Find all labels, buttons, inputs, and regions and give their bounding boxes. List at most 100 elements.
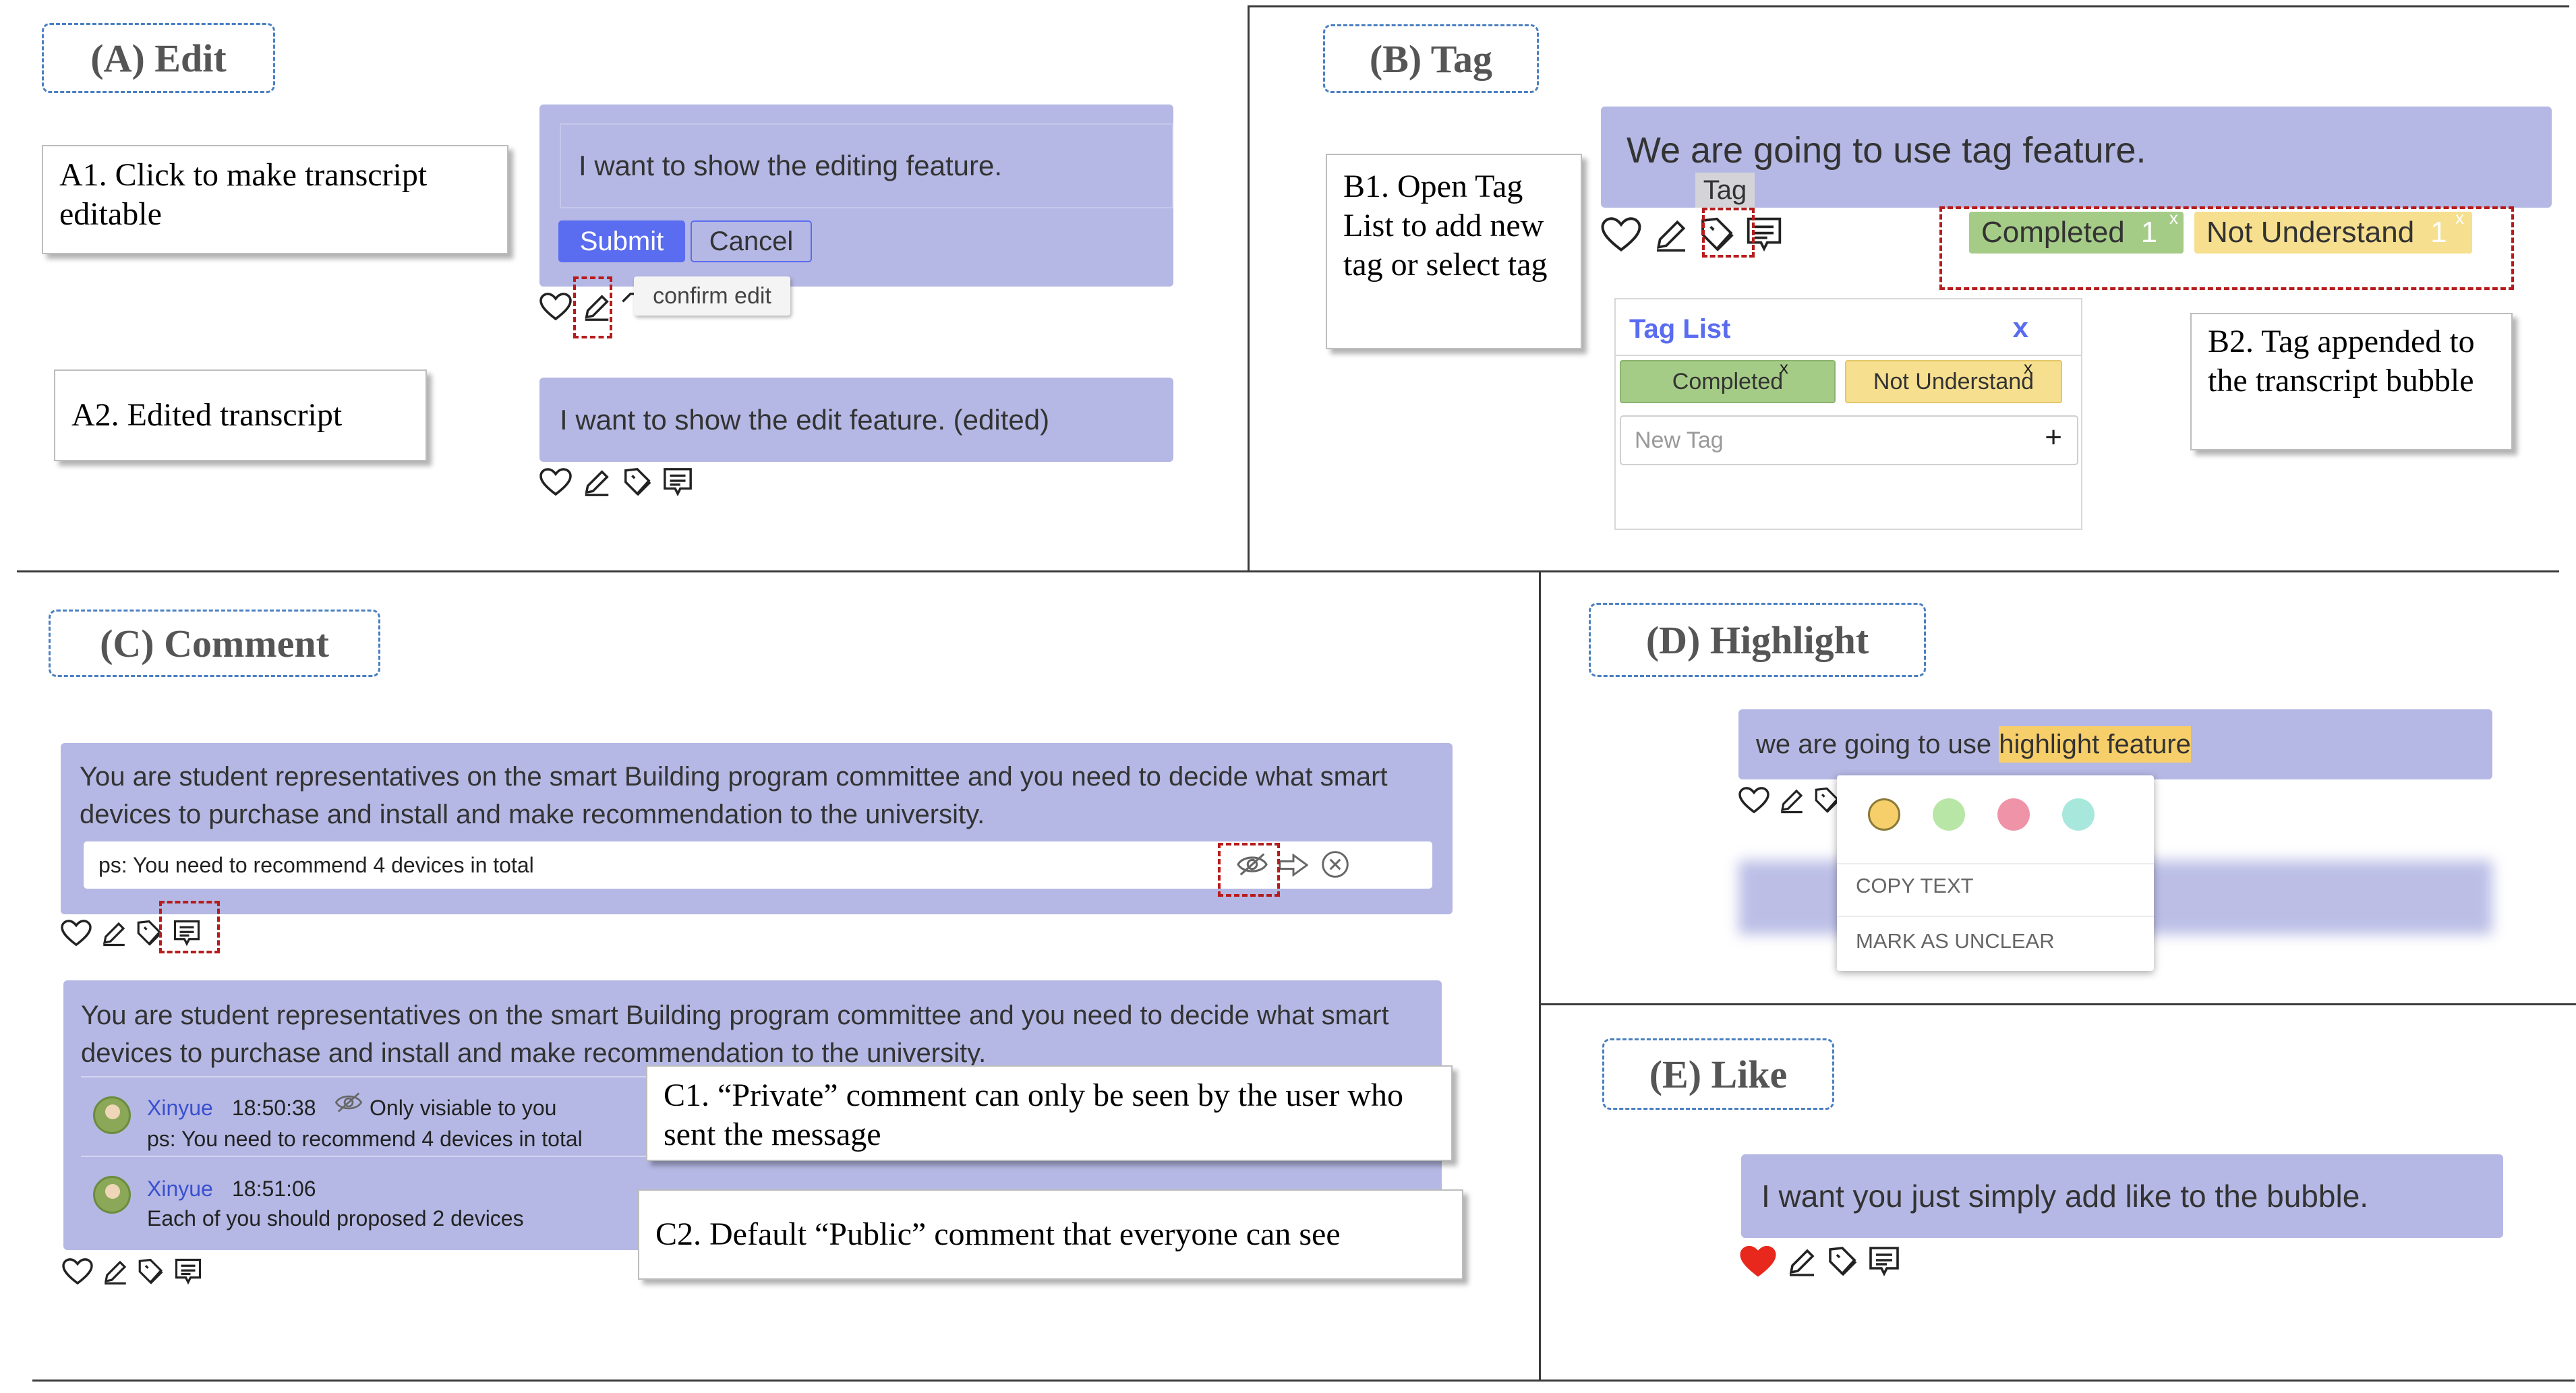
new-tag-input[interactable]: New Tag +: [1620, 415, 2078, 465]
highlight-color-pink[interactable]: [1997, 798, 2030, 831]
section-label-edit: (A) Edit: [42, 23, 275, 93]
edit-bubble: I want to show the editing feature. Subm…: [539, 105, 1173, 287]
edited-text: I want to show the edit feature. (edited…: [560, 403, 1050, 436]
note-a2: A2. Edited transcript: [54, 369, 427, 461]
applied-tag-not-understand[interactable]: Not Understand 1 x: [2194, 208, 2472, 254]
comment-bubble-2-text: You are student representatives on the s…: [81, 1001, 1389, 1068]
note-a1: A1. Click to make transcript editable: [42, 145, 508, 254]
pencil-icon[interactable]: [101, 1257, 129, 1286]
send-arrow-icon[interactable]: [1279, 854, 1308, 877]
heart-icon[interactable]: [61, 919, 92, 947]
applied-tag-label: Completed: [1981, 216, 2125, 249]
menu-divider: [1837, 863, 2154, 864]
tag-tooltip-text: Tag: [1703, 175, 1747, 205]
cancel-circle-icon[interactable]: [1320, 850, 1350, 879]
pencil-icon[interactable]: [1786, 1245, 1818, 1278]
remove-tag-icon[interactable]: x: [1780, 357, 1788, 378]
highlight-plain-text: we are going to use: [1756, 730, 1999, 759]
applied-tag-count: 1: [2430, 216, 2447, 249]
copy-text-menu-item[interactable]: COPY TEXT: [1856, 874, 1974, 898]
comment-icon[interactable]: [1868, 1245, 1900, 1278]
add-tag-icon[interactable]: +: [2045, 421, 2062, 454]
edit-input[interactable]: I want to show the editing feature.: [560, 123, 1173, 208]
highlight-color-green[interactable]: [1933, 798, 1965, 831]
heart-filled-icon[interactable]: [1740, 1245, 1776, 1278]
submit-button[interactable]: Submit: [558, 220, 685, 262]
menu-divider: [1837, 916, 2154, 917]
heart-icon[interactable]: [1738, 786, 1769, 814]
heart-icon[interactable]: [539, 292, 572, 322]
comment-icon[interactable]: [174, 1257, 202, 1286]
heart-icon[interactable]: [62, 1257, 93, 1286]
note-c2: C2. Default “Public” comment that everyo…: [638, 1189, 1463, 1280]
submit-label: Submit: [579, 227, 664, 256]
tag-list-close-icon[interactable]: x: [2013, 312, 2028, 344]
highlight-color-yellow[interactable]: [1868, 798, 1900, 831]
tag-list-divider: [1616, 355, 2081, 356]
applied-tag-label: Not Understand: [2206, 216, 2415, 249]
tag-icon[interactable]: [136, 1257, 165, 1286]
tag-list-item-completed[interactable]: Completed x: [1620, 357, 1836, 403]
tag-list-title: Tag List: [1629, 314, 1731, 344]
like-bubble: I want you just simply add like to the b…: [1741, 1154, 2503, 1238]
cancel-button[interactable]: Cancel: [691, 220, 812, 262]
comment-text: Each of you should proposed 2 devices: [147, 1206, 524, 1231]
tag-bubble-text: We are going to use tag feature.: [1627, 130, 2146, 171]
highlight-color-teal[interactable]: [2062, 798, 2095, 831]
tag-list-item-not-understand[interactable]: Not Understand x: [1845, 357, 2062, 403]
horizontal-divider-middle: [17, 570, 2559, 572]
edited-action-icons: [539, 465, 693, 499]
heart-icon[interactable]: [1601, 216, 1641, 254]
note-c1: C1. “Private” comment can only be seen b…: [646, 1065, 1453, 1161]
remove-tag-icon[interactable]: x: [2455, 208, 2464, 229]
edited-bubble: I want to show the edit feature. (edited…: [539, 378, 1173, 462]
horizontal-divider-right: [1539, 1003, 2576, 1005]
highlight-popup-menu: COPY TEXT MARK AS UNCLEAR: [1837, 775, 2154, 971]
highlight-box-edit-icon: [573, 276, 612, 338]
remove-tag-icon[interactable]: x: [2169, 208, 2178, 229]
note-b2: B2. Tag appended to the transcript bubbl…: [2190, 313, 2513, 450]
comment2-action-icons: [62, 1255, 202, 1288]
section-label-tag: (B) Tag: [1323, 24, 1539, 93]
highlight-action-icons: [1738, 785, 1841, 816]
heart-icon[interactable]: [539, 467, 572, 497]
cancel-label: Cancel: [709, 227, 794, 256]
eye-hidden-icon: [334, 1092, 363, 1113]
section-label-comment: (C) Comment: [49, 610, 380, 677]
tag-tooltip: Tag: [1695, 173, 1755, 208]
remove-tag-icon[interactable]: x: [2024, 357, 2032, 378]
tag-list-item-label: Completed: [1672, 368, 1784, 394]
avatar: [93, 1176, 131, 1214]
new-tag-placeholder: New Tag: [1635, 427, 1724, 453]
pencil-icon[interactable]: [1652, 216, 1690, 254]
section-label-like: (E) Like: [1602, 1038, 1834, 1110]
highlight-box-privacy-icon: [1218, 843, 1280, 897]
highlight-bubble: we are going to use highlight feature: [1738, 709, 2492, 779]
comment-icon[interactable]: [662, 467, 693, 498]
tag-list-panel: Tag List x Completed x Not Understand x …: [1614, 298, 2082, 530]
comment-input-value: ps: You need to recommend 4 devices in t…: [98, 853, 534, 877]
applied-tag-count: 1: [2140, 216, 2158, 249]
pencil-icon[interactable]: [100, 919, 128, 947]
pencil-icon[interactable]: [581, 467, 612, 498]
mark-unclear-menu-item[interactable]: MARK AS UNCLEAR: [1856, 929, 2055, 953]
pencil-icon[interactable]: [1778, 786, 1806, 814]
like-action-icons: [1740, 1243, 1900, 1280]
confirm-edit-tooltip: confirm edit: [634, 276, 790, 316]
comment-bubble-text: You are student representatives on the s…: [80, 762, 1388, 829]
confirm-edit-tooltip-text: confirm edit: [653, 283, 771, 309]
highlighted-text[interactable]: highlight feature: [1999, 726, 2191, 763]
applied-tag-completed[interactable]: Completed 1 x: [1969, 208, 2184, 254]
tag-list-item-label: Not Understand: [1873, 368, 2035, 394]
vertical-divider-top: [1248, 5, 1250, 572]
tag-icon[interactable]: [1826, 1245, 1858, 1278]
vertical-divider-bottom: [1539, 570, 1541, 1380]
bottom-border: [32, 1380, 2575, 1382]
top-border: [1248, 5, 2569, 7]
tag-icon[interactable]: [622, 467, 653, 498]
tag-action-icons: [1601, 214, 1783, 255]
highlight-box-tag-icon: [1702, 208, 1755, 258]
like-bubble-text: I want you just simply add like to the b…: [1761, 1179, 2369, 1214]
section-label-highlight: (D) Highlight: [1589, 603, 1926, 677]
note-b1: B1. Open Tag List to add new tag or sele…: [1326, 154, 1582, 349]
